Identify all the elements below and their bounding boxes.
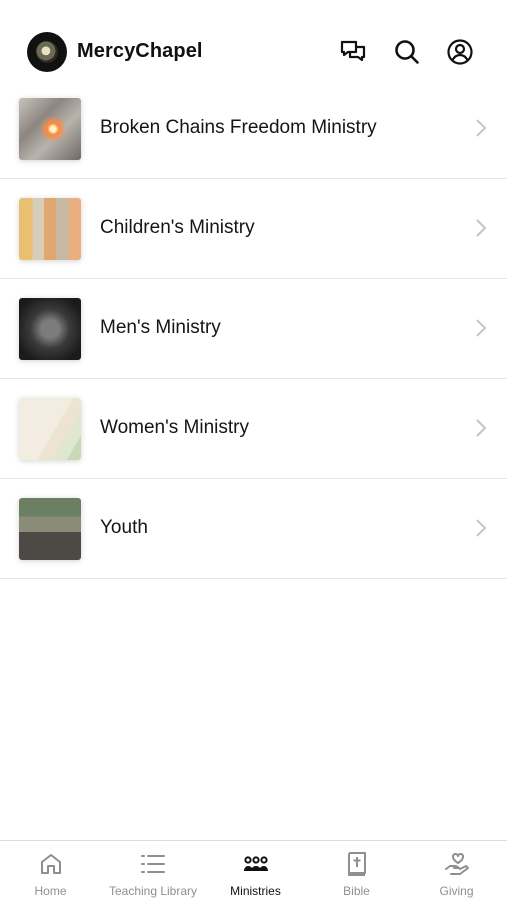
tab-label: Teaching Library <box>108 884 198 898</box>
chat-icon[interactable] <box>337 36 369 68</box>
ministry-label: Children's Ministry <box>100 217 255 238</box>
bottom-tab-bar: Home Teaching Library Ministries Bible G… <box>0 840 507 900</box>
chevron-right-icon <box>472 217 490 239</box>
chevron-right-icon <box>472 117 490 139</box>
tab-home[interactable]: Home <box>0 841 101 900</box>
home-icon <box>37 850 65 878</box>
ministry-row-men[interactable]: Men's Ministry <box>0 279 507 379</box>
tab-label: Home <box>34 884 67 898</box>
giving-icon <box>443 850 471 878</box>
ministry-thumbnail <box>19 298 81 360</box>
brand-title: MercyChapel <box>77 40 203 62</box>
ministry-row-youth[interactable]: Youth <box>0 479 507 579</box>
tab-label: Giving <box>439 884 474 898</box>
tab-label: Ministries <box>230 884 281 898</box>
ministry-label: Broken Chains Freedom Ministry <box>100 117 377 138</box>
tab-bible[interactable]: Bible <box>306 841 407 900</box>
ministry-row-children[interactable]: Children's Ministry <box>0 179 507 279</box>
people-icon <box>242 850 270 878</box>
ministry-thumbnail <box>19 498 81 560</box>
account-icon[interactable] <box>444 36 476 68</box>
chevron-right-icon <box>472 317 490 339</box>
search-icon[interactable] <box>391 36 423 68</box>
tab-label: Bible <box>343 884 370 898</box>
ministry-row-women[interactable]: Women's Ministry <box>0 379 507 479</box>
ministry-thumbnail <box>19 398 81 460</box>
ministries-list: Broken Chains Freedom Ministry Children'… <box>0 79 507 579</box>
ministry-label: Men's Ministry <box>100 317 221 338</box>
chevron-right-icon <box>472 517 490 539</box>
bible-icon <box>343 850 371 878</box>
ministry-row-broken-chains[interactable]: Broken Chains Freedom Ministry <box>0 79 507 179</box>
chevron-right-icon <box>472 417 490 439</box>
ministry-thumbnail <box>19 98 81 160</box>
ministry-thumbnail <box>19 198 81 260</box>
tab-giving[interactable]: Giving <box>406 841 507 900</box>
ministry-label: Youth <box>100 517 148 538</box>
tab-ministries[interactable]: Ministries <box>205 841 306 900</box>
tab-teaching-library[interactable]: Teaching Library <box>101 841 205 900</box>
church-logo[interactable] <box>27 32 67 72</box>
ministry-label: Women's Ministry <box>100 417 249 438</box>
list-icon <box>139 850 167 878</box>
